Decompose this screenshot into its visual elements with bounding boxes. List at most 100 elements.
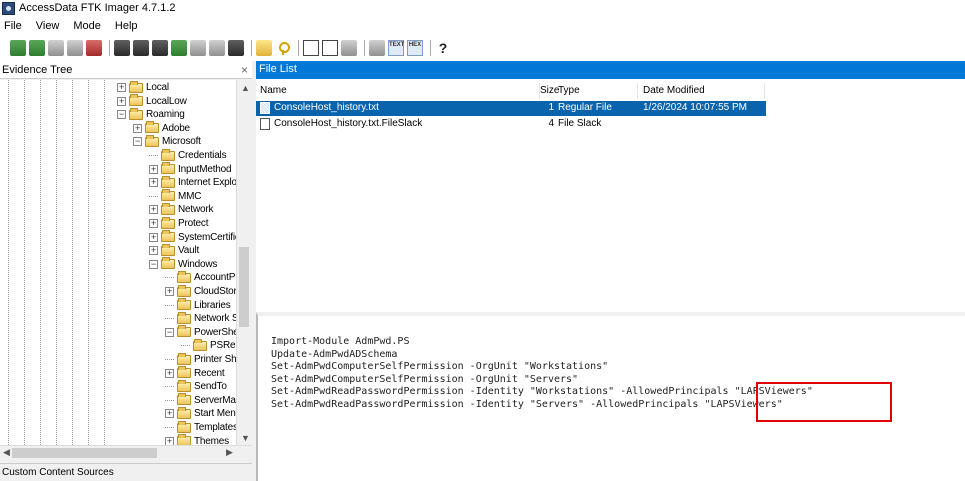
collapse-icon[interactable]: − xyxy=(133,137,142,147)
add-to-custom-content-icon[interactable] xyxy=(303,40,319,56)
folder-icon xyxy=(177,393,191,406)
scrollbar-thumb[interactable] xyxy=(239,247,249,327)
help-icon[interactable]: ? xyxy=(435,40,451,56)
column-header-name[interactable]: Name xyxy=(260,83,540,99)
hex-view-icon[interactable]: HEX xyxy=(407,40,423,56)
expand-icon[interactable]: + xyxy=(149,246,158,256)
menu-file[interactable]: File xyxy=(4,20,22,32)
collapse-icon[interactable]: − xyxy=(149,259,158,269)
capture-memory-icon[interactable] xyxy=(152,40,168,56)
expand-icon[interactable]: + xyxy=(133,123,142,133)
tree-node[interactable]: + Themes xyxy=(165,434,229,445)
create-disk-image-icon[interactable] xyxy=(114,40,130,56)
tree-node[interactable]: + Vault xyxy=(149,243,200,257)
expand-icon[interactable]: + xyxy=(149,178,158,188)
tree-connector xyxy=(165,386,174,388)
expand-icon[interactable]: + xyxy=(165,368,174,378)
scrollbar-thumb[interactable] xyxy=(12,448,157,458)
text-viewer[interactable]: Import-Module AdmPwd.PS Update-AdmPwdADSc… xyxy=(256,312,965,481)
tree-node[interactable]: + Local xyxy=(117,80,169,94)
expand-icon[interactable]: + xyxy=(165,409,174,419)
tree-node-label: Adobe xyxy=(162,122,190,134)
tree-node[interactable]: Libraries xyxy=(165,298,231,312)
auto-view-icon[interactable] xyxy=(369,40,385,56)
detect-efs-icon[interactable] xyxy=(190,40,206,56)
tree-connector xyxy=(181,345,190,347)
tree-node[interactable]: Templates xyxy=(165,420,238,434)
scroll-left-icon[interactable]: ◀ xyxy=(3,447,10,458)
column-header-type[interactable]: Type xyxy=(558,83,638,99)
content-line: Set-AdmPwdComputerSelfPermission -OrgUni… xyxy=(271,361,609,372)
tree-node[interactable]: SendTo xyxy=(165,379,227,393)
scroll-right-icon[interactable]: ▶ xyxy=(226,447,233,458)
add-evidence-icon[interactable] xyxy=(10,40,26,56)
tree-connector xyxy=(165,277,174,279)
export-hash-list-icon[interactable] xyxy=(256,40,272,56)
expand-icon[interactable]: + xyxy=(117,96,126,106)
tree-node-label: SendTo xyxy=(194,381,227,393)
obtain-protected-files-icon[interactable] xyxy=(171,40,187,56)
tree-node[interactable]: − PowerShe xyxy=(165,325,239,339)
menu-view[interactable]: View xyxy=(36,20,60,32)
tree-node[interactable]: − Windows xyxy=(149,257,217,271)
expand-icon[interactable]: + xyxy=(165,436,174,445)
tree-node[interactable]: ServerMa xyxy=(165,393,236,407)
tree-node[interactable]: + Network xyxy=(149,202,213,216)
key-icon[interactable] xyxy=(275,40,291,56)
tree-node[interactable]: Printer Sh xyxy=(165,352,237,366)
memory-chip-icon[interactable] xyxy=(228,40,244,56)
tree-node[interactable]: Network S xyxy=(165,311,239,325)
expand-icon[interactable]: + xyxy=(117,83,126,92)
tree-node[interactable]: + SystemCertific xyxy=(149,230,240,244)
menu-mode[interactable]: Mode xyxy=(73,20,101,32)
scroll-down-icon[interactable]: ▼ xyxy=(241,433,250,443)
folder-icon xyxy=(145,121,159,134)
tree-node[interactable]: Credentials xyxy=(149,148,227,162)
create-custom-image-icon[interactable] xyxy=(322,40,338,56)
evidence-tree[interactable]: + Local + LocalLow − Roaming + Adobe − Microsoft C… xyxy=(0,80,252,445)
table-row[interactable]: ConsoleHost_history.txt.FileSlack 4 File… xyxy=(256,117,766,132)
text-view-icon[interactable]: TEXT xyxy=(388,40,404,56)
verify-drive-icon[interactable] xyxy=(341,40,357,56)
column-header-size[interactable]: Size xyxy=(540,83,559,99)
tree-node[interactable]: + InputMethod xyxy=(149,162,232,176)
tree-node[interactable]: + LocalLow xyxy=(117,94,187,108)
expand-icon[interactable]: + xyxy=(149,164,158,174)
tree-node[interactable]: + Internet Explo xyxy=(149,175,237,189)
column-header-date-modified[interactable]: Date Modified xyxy=(643,83,765,99)
collapse-icon[interactable]: − xyxy=(165,327,174,337)
close-icon[interactable]: × xyxy=(241,63,248,77)
tree-node[interactable]: PSRe xyxy=(181,338,236,352)
tree-node[interactable]: + Start Men xyxy=(165,406,236,420)
remove-all-evidence-icon[interactable] xyxy=(86,40,102,56)
export-files-icon[interactable] xyxy=(209,40,225,56)
expand-icon[interactable]: + xyxy=(149,219,158,228)
table-row[interactable]: ConsoleHost_history.txt 1 Regular File 1… xyxy=(256,101,766,116)
export-disk-image-icon[interactable] xyxy=(133,40,149,56)
collapse-icon[interactable]: − xyxy=(117,110,126,120)
expand-icon[interactable]: + xyxy=(149,205,158,215)
tree-node[interactable]: AccountP xyxy=(165,270,235,284)
folder-icon xyxy=(177,311,191,324)
tree-node[interactable]: MMC xyxy=(149,189,201,203)
add-all-evidence-icon[interactable] xyxy=(29,40,45,56)
expand-icon[interactable]: + xyxy=(149,232,158,242)
scroll-up-icon[interactable]: ▲ xyxy=(241,83,250,93)
tree-node[interactable]: − Roaming xyxy=(117,107,185,121)
tree-node[interactable]: + Protect xyxy=(149,216,208,230)
tree-node-label: Vault xyxy=(178,245,200,257)
menu-help[interactable]: Help xyxy=(115,20,138,32)
remove-evidence-icon[interactable] xyxy=(67,40,83,56)
tree-node[interactable]: + CloudStor xyxy=(165,284,237,298)
tree-node[interactable]: − Microsoft xyxy=(133,134,201,148)
tree-node[interactable]: + Recent xyxy=(165,366,225,380)
toolbar-separator xyxy=(298,40,299,56)
expand-icon[interactable]: + xyxy=(165,287,174,296)
tree-node-label: Microsoft xyxy=(162,136,201,148)
file-content[interactable]: Import-Module AdmPwd.PS Update-AdmPwdADSc… xyxy=(271,336,813,411)
custom-content-sources-header[interactable]: Custom Content Sources xyxy=(0,463,252,481)
image-mounting-icon[interactable] xyxy=(48,40,64,56)
tree-guide-line xyxy=(40,80,41,445)
toolbar-separator xyxy=(251,40,252,56)
tree-node[interactable]: + Adobe xyxy=(133,121,190,135)
